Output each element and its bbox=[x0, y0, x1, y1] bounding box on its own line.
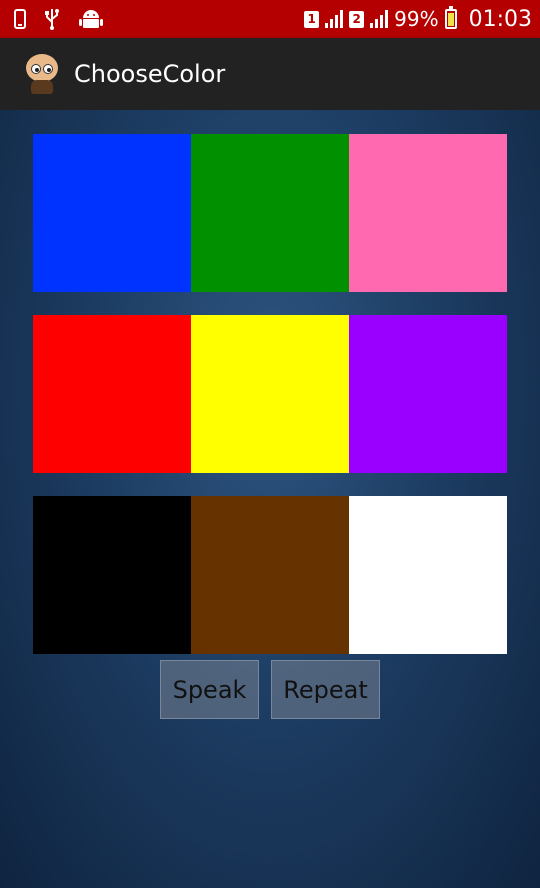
app-mascot-icon[interactable] bbox=[22, 52, 62, 96]
signal-icon bbox=[370, 10, 389, 28]
android-icon bbox=[79, 10, 103, 28]
color-row-2 bbox=[33, 315, 507, 473]
color-row-1 bbox=[33, 134, 507, 292]
color-swatch-black[interactable] bbox=[33, 496, 191, 654]
clock: 01:03 bbox=[468, 6, 532, 32]
phone-icon bbox=[14, 9, 26, 29]
color-row-3 bbox=[33, 496, 507, 654]
battery-percent: 99% bbox=[394, 7, 439, 31]
sim1-icon: 1 bbox=[304, 10, 320, 28]
color-swatch-green[interactable] bbox=[191, 134, 349, 292]
speak-button[interactable]: Speak bbox=[160, 660, 259, 719]
content-area: Speak Repeat bbox=[0, 110, 540, 888]
color-swatch-blue[interactable] bbox=[33, 134, 191, 292]
color-swatch-pink[interactable] bbox=[349, 134, 507, 292]
color-swatch-white[interactable] bbox=[349, 496, 507, 654]
action-bar: ChooseColor bbox=[0, 38, 540, 110]
battery-icon bbox=[444, 6, 457, 29]
color-swatch-yellow[interactable] bbox=[191, 315, 349, 473]
color-swatch-red[interactable] bbox=[33, 315, 191, 473]
color-swatch-brown[interactable] bbox=[191, 496, 349, 654]
signal-icon bbox=[325, 10, 344, 28]
status-bar: 1 2 99% 01:03 bbox=[0, 0, 540, 38]
app-title: ChooseColor bbox=[74, 60, 226, 88]
color-swatch-purple[interactable] bbox=[349, 315, 507, 473]
usb-icon bbox=[45, 9, 59, 30]
sim2-icon: 2 bbox=[349, 10, 365, 28]
repeat-button[interactable]: Repeat bbox=[271, 660, 380, 719]
